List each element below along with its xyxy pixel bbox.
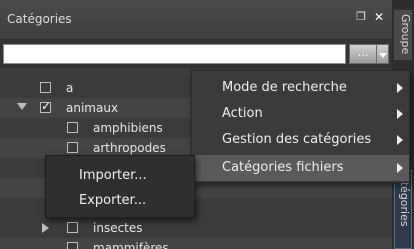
menu-item-categories-fichiers[interactable]: Catégories fichiers: [192, 155, 409, 181]
float-icon[interactable]: ❐: [354, 10, 368, 24]
checkbox[interactable]: [67, 142, 78, 153]
checkbox[interactable]: [67, 122, 78, 133]
menu-item-exporter[interactable]: Exporter...: [46, 189, 194, 213]
chevron-right-icon: [397, 109, 403, 119]
panel-titlebar: Catégories ❐ ✕: [0, 0, 392, 40]
chevron-right-icon: [397, 83, 403, 93]
menu-item-label: Mode de recherche: [222, 80, 347, 95]
tree-row-label: a: [66, 81, 74, 95]
panel-title: Catégories: [7, 12, 72, 26]
chevron-right-icon: [397, 135, 403, 145]
tree-row[interactable]: mammifères: [0, 238, 392, 249]
chevron-right-icon: [397, 163, 403, 173]
collapsed-arrow-icon[interactable]: [42, 223, 49, 233]
menu-item-label: Importer...: [79, 168, 147, 183]
search-bar: ...: [0, 40, 392, 68]
tree-row[interactable]: insectes: [0, 218, 392, 238]
tab-groupe[interactable]: Groupe: [394, 10, 412, 60]
close-icon[interactable]: ✕: [372, 10, 386, 24]
menu-item-label: Gestion des catégories: [222, 132, 372, 147]
more-options-button[interactable]: ...: [349, 44, 377, 64]
checkbox[interactable]: [67, 222, 78, 233]
tree-row-label: amphibiens: [93, 121, 163, 135]
tree-row-label: animaux: [66, 101, 119, 115]
menu-item-mode-de-recherche[interactable]: Mode de recherche: [192, 75, 409, 101]
tree-row-label: arthropodes: [93, 141, 166, 155]
tree-row-label: insectes: [93, 221, 143, 235]
checkbox-checked[interactable]: [40, 99, 51, 113]
menu-item-gestion-des-categories[interactable]: Gestion des catégories: [192, 127, 409, 153]
context-menu: Mode de recherche Action Gestion des cat…: [191, 70, 410, 183]
checkbox[interactable]: [67, 242, 78, 249]
menu-item-label: Exporter...: [79, 193, 147, 208]
tree-row-label: mammifères: [93, 241, 169, 249]
expand-arrow-icon[interactable]: [17, 103, 27, 110]
categories-fichiers-submenu: Importer... Exporter...: [45, 155, 195, 218]
menu-item-importer[interactable]: Importer...: [46, 164, 194, 188]
search-input[interactable]: [3, 44, 346, 64]
menu-item-label: Catégories fichiers: [222, 160, 344, 175]
menu-item-action[interactable]: Action: [192, 101, 409, 127]
chevron-down-icon[interactable]: [377, 44, 389, 64]
menu-item-label: Action: [222, 106, 263, 121]
checkbox[interactable]: [40, 82, 51, 93]
